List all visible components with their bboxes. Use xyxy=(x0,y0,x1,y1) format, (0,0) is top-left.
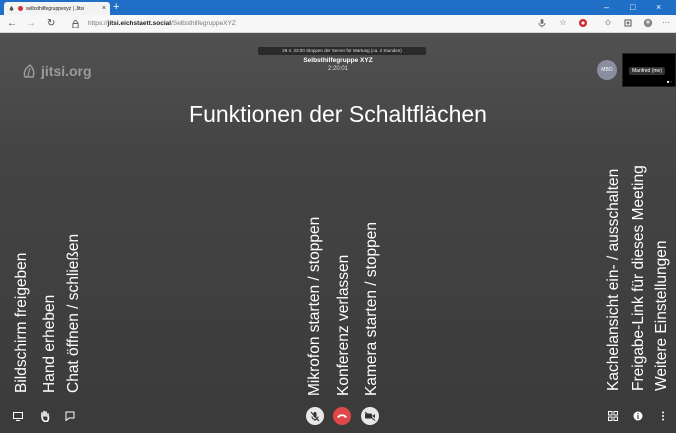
screen-share-button[interactable] xyxy=(12,410,24,422)
hangup-icon xyxy=(337,414,347,418)
browser-tab[interactable]: selbsthilfegruppexyz | Jitsi × xyxy=(4,2,110,15)
close-window-button[interactable]: × xyxy=(656,1,661,13)
label-leave: Konferenz verlassen xyxy=(335,254,352,396)
label-more-settings: Weitere Einstellungen xyxy=(653,240,670,392)
more-settings-button[interactable] xyxy=(657,410,669,422)
back-button[interactable]: ← xyxy=(7,17,17,30)
url-field[interactable]: https://jitsi.eichstaett.social/Selbsthi… xyxy=(88,17,236,30)
favorite-star-icon[interactable]: ☆ xyxy=(558,18,568,28)
forward-button[interactable]: → xyxy=(26,17,36,30)
meeting-timer: 2:20:01 xyxy=(327,66,349,72)
browser-window: { "browser": { "tab_title": "selbsthilfe… xyxy=(0,0,676,433)
raise-hand-button[interactable] xyxy=(39,409,51,422)
collections-icon[interactable] xyxy=(623,18,633,28)
self-name-label: Manfred (me) xyxy=(629,67,666,75)
maximize-button[interactable]: □ xyxy=(630,1,635,13)
microphone-permission-icon[interactable] xyxy=(537,18,547,28)
hand-icon xyxy=(41,410,50,422)
new-tab-button[interactable]: + xyxy=(113,1,119,13)
local-video-thumbnail[interactable]: Manfred (me) ■ ◦ xyxy=(622,53,676,87)
address-bar: ← → ↻ https://jitsi.eichstaett.social/Se… xyxy=(0,15,676,33)
browser-tab-bar: selbsthilfegruppexyz | Jitsi × + – □ × xyxy=(0,0,676,15)
chat-button[interactable] xyxy=(64,410,76,422)
label-screen-share: Bildschirm freigeben xyxy=(13,252,30,393)
tab-close-button[interactable]: × xyxy=(102,5,106,12)
label-tile-view: Kachelansicht ein- / ausschalten xyxy=(605,168,622,391)
avatar[interactable]: MBO xyxy=(597,60,617,80)
tile-view-icon xyxy=(608,411,618,421)
lock-icon xyxy=(72,20,79,28)
muted-status-icon: ■ ◦ xyxy=(667,79,672,84)
label-raise-hand: Hand erheben xyxy=(41,294,58,393)
camera-off-icon xyxy=(364,411,376,421)
hangup-button[interactable] xyxy=(333,407,351,425)
page-heading: Funktionen der Schaltflächen xyxy=(189,101,487,127)
info-icon xyxy=(633,411,643,421)
microphone-button[interactable] xyxy=(306,407,324,425)
recording-dot-icon xyxy=(18,6,23,11)
maintenance-notice: 29.4. 23:00 Stoppen der Server für Wartu… xyxy=(258,47,426,55)
url-path: /SelbsthilfegruppeXYZ xyxy=(171,20,236,27)
meeting-title: Selbsthilfegruppe XYZ xyxy=(303,57,373,64)
chat-icon xyxy=(65,411,75,421)
more-vertical-icon xyxy=(662,411,664,421)
minimize-button[interactable]: – xyxy=(604,1,609,13)
jitsi-favicon-icon xyxy=(9,5,14,12)
screen-share-icon xyxy=(13,411,23,421)
tab-title: selbsthilfegruppexyz | Jitsi xyxy=(26,5,84,12)
invite-button[interactable] xyxy=(632,410,644,422)
microphone-muted-icon xyxy=(310,411,320,421)
browser-more-menu[interactable]: ··· xyxy=(661,18,671,28)
url-domain: jitsi.eichstaett.social xyxy=(107,20,172,27)
tile-view-button[interactable] xyxy=(607,410,619,422)
label-invite: Freigabe-Link für dieses Meeting xyxy=(630,165,647,391)
extension-icon[interactable] xyxy=(578,18,588,28)
profile-icon[interactable] xyxy=(643,18,653,28)
reload-button[interactable]: ↻ xyxy=(47,17,55,30)
label-camera: Kamera starten / stoppen xyxy=(363,221,380,396)
favorites-bar-icon[interactable]: ✩ xyxy=(603,18,613,28)
camera-button[interactable] xyxy=(361,407,379,425)
label-chat: Chat öffnen / schließen xyxy=(65,233,82,393)
label-mic: Mikrofon starten / stoppen xyxy=(306,216,323,396)
url-prefix: https:// xyxy=(88,20,108,27)
